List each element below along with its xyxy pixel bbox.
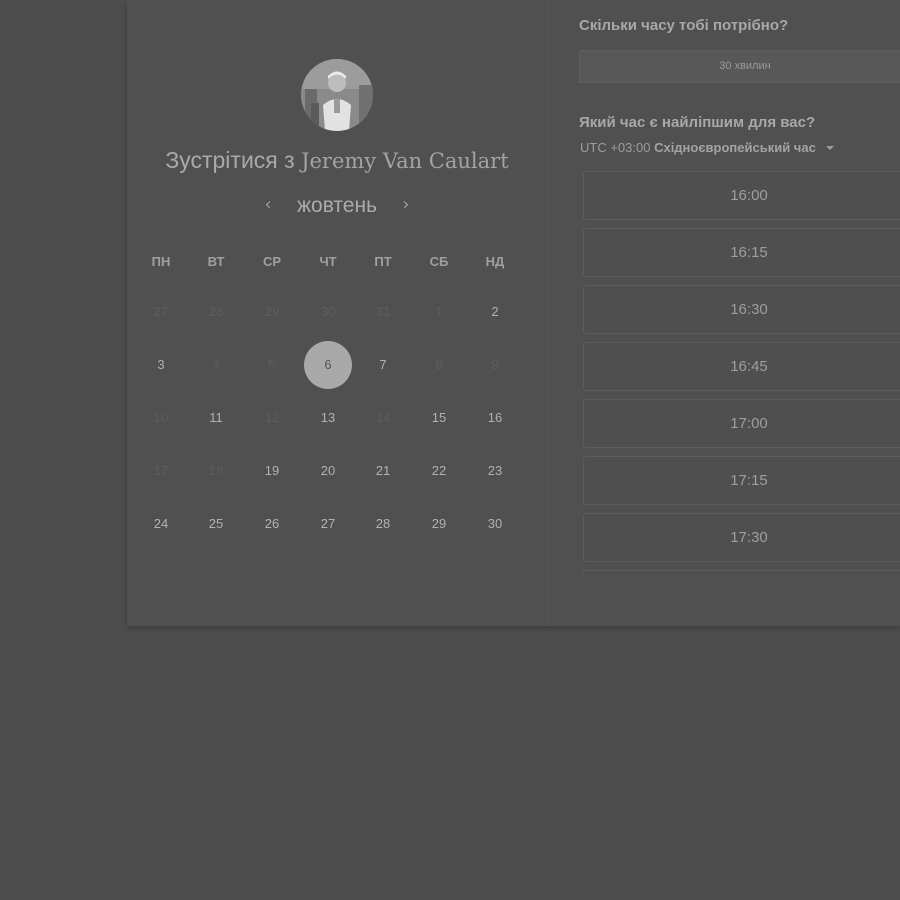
weekday-label: ПН [151, 254, 171, 269]
calendar-day[interactable]: 24 [137, 500, 185, 548]
calendar-day: 1 [435, 304, 443, 319]
calendar-day[interactable]: 11 [192, 394, 240, 442]
calendar-day: 12 [264, 410, 280, 425]
time-slot-button[interactable]: 16:00 [583, 171, 900, 220]
scheduler-card: Зустрітися з Jeremy Van Caulart ‹ жовтен… [127, 0, 900, 626]
calendar-day[interactable]: 27 [304, 500, 352, 548]
calendar-day: 18 [208, 463, 224, 478]
weekday-label: ВТ [207, 254, 225, 269]
calendar-day[interactable]: 22 [415, 447, 463, 495]
calendar-day: 10 [153, 410, 169, 425]
host-photo [301, 59, 373, 131]
calendar-day[interactable]: 16 [471, 394, 519, 442]
timezone-offset: UTC +03:00 [580, 140, 651, 155]
calendar-day: 17 [153, 463, 169, 478]
calendar-day[interactable]: 7 [359, 341, 407, 389]
calendar-day: 8 [435, 357, 443, 372]
host-name: Jeremy Van Caulart [301, 149, 509, 173]
calendar-pane: Зустрітися з Jeremy Van Caulart ‹ жовтен… [127, 0, 548, 626]
meeting-title-prefix: Зустрітися з [165, 147, 295, 173]
calendar-day[interactable]: 29 [415, 500, 463, 548]
calendar-day: 4 [212, 357, 220, 372]
time-slot-button[interactable]: 17:00 [583, 399, 900, 448]
weekday-label: ЧТ [319, 254, 337, 269]
duration-select[interactable]: 30 хвилин [579, 50, 900, 83]
calendar-day: 29 [264, 304, 280, 319]
calendar-day: 9 [491, 357, 499, 372]
booking-pane: Скільки часу тобі потрібно? 30 хвилин Як… [547, 0, 900, 626]
calendar-day[interactable]: 2 [471, 288, 519, 336]
calendar-day[interactable]: 28 [359, 500, 407, 548]
weekday-label: СБ [429, 254, 449, 269]
chevron-right-icon[interactable]: › [395, 194, 417, 215]
calendar-day: 28 [208, 304, 224, 319]
time-question: Який час є найліпшим для вас? [579, 114, 816, 131]
timezone-dropdown[interactable]: UTC +03:00 Східноєвропейський час [580, 140, 835, 155]
avatar [301, 59, 373, 131]
meeting-title: Зустрітися з Jeremy Van Caulart [127, 147, 547, 174]
calendar-day[interactable]: 26 [248, 500, 296, 548]
timezone-name: Східноєвропейський час [654, 140, 816, 155]
calendar-day-selected[interactable]: 6 [304, 341, 352, 389]
time-slot-list: 16:00 16:15 16:30 16:45 17:00 17:15 17:30 [583, 171, 900, 575]
calendar-day[interactable]: 25 [192, 500, 240, 548]
time-slot-button[interactable]: 17:30 [583, 513, 900, 562]
weekday-label: ПТ [374, 254, 392, 269]
time-slot-button[interactable]: 16:45 [583, 342, 900, 391]
calendar-day: 27 [153, 304, 169, 319]
month-navigation: ‹ жовтень › [127, 194, 547, 218]
calendar-day[interactable]: 19 [248, 447, 296, 495]
calendar-day[interactable]: 20 [304, 447, 352, 495]
chevron-left-icon[interactable]: ‹ [257, 194, 279, 215]
time-slot-button[interactable]: 17:15 [583, 456, 900, 505]
caret-down-icon [826, 146, 835, 150]
calendar-day[interactable]: 30 [471, 500, 519, 548]
time-slot-button[interactable]: 16:15 [583, 228, 900, 277]
calendar-day[interactable]: 13 [304, 394, 352, 442]
calendar-day: 30 [320, 304, 336, 319]
calendar-day[interactable]: 23 [471, 447, 519, 495]
calendar-day: 14 [375, 410, 391, 425]
weekday-label: НД [485, 254, 505, 269]
weekday-label: СР [262, 254, 282, 269]
month-label: жовтень [296, 194, 378, 217]
calendar-day[interactable]: 15 [415, 394, 463, 442]
time-slot-button[interactable]: 16:30 [583, 285, 900, 334]
calendar-day: 5 [268, 357, 276, 372]
duration-question: Скільки часу тобі потрібно? [579, 17, 789, 34]
time-slot-partial[interactable] [583, 570, 900, 575]
calendar-day: 31 [375, 304, 391, 319]
calendar-day[interactable]: 3 [137, 341, 185, 389]
calendar-day[interactable]: 21 [359, 447, 407, 495]
